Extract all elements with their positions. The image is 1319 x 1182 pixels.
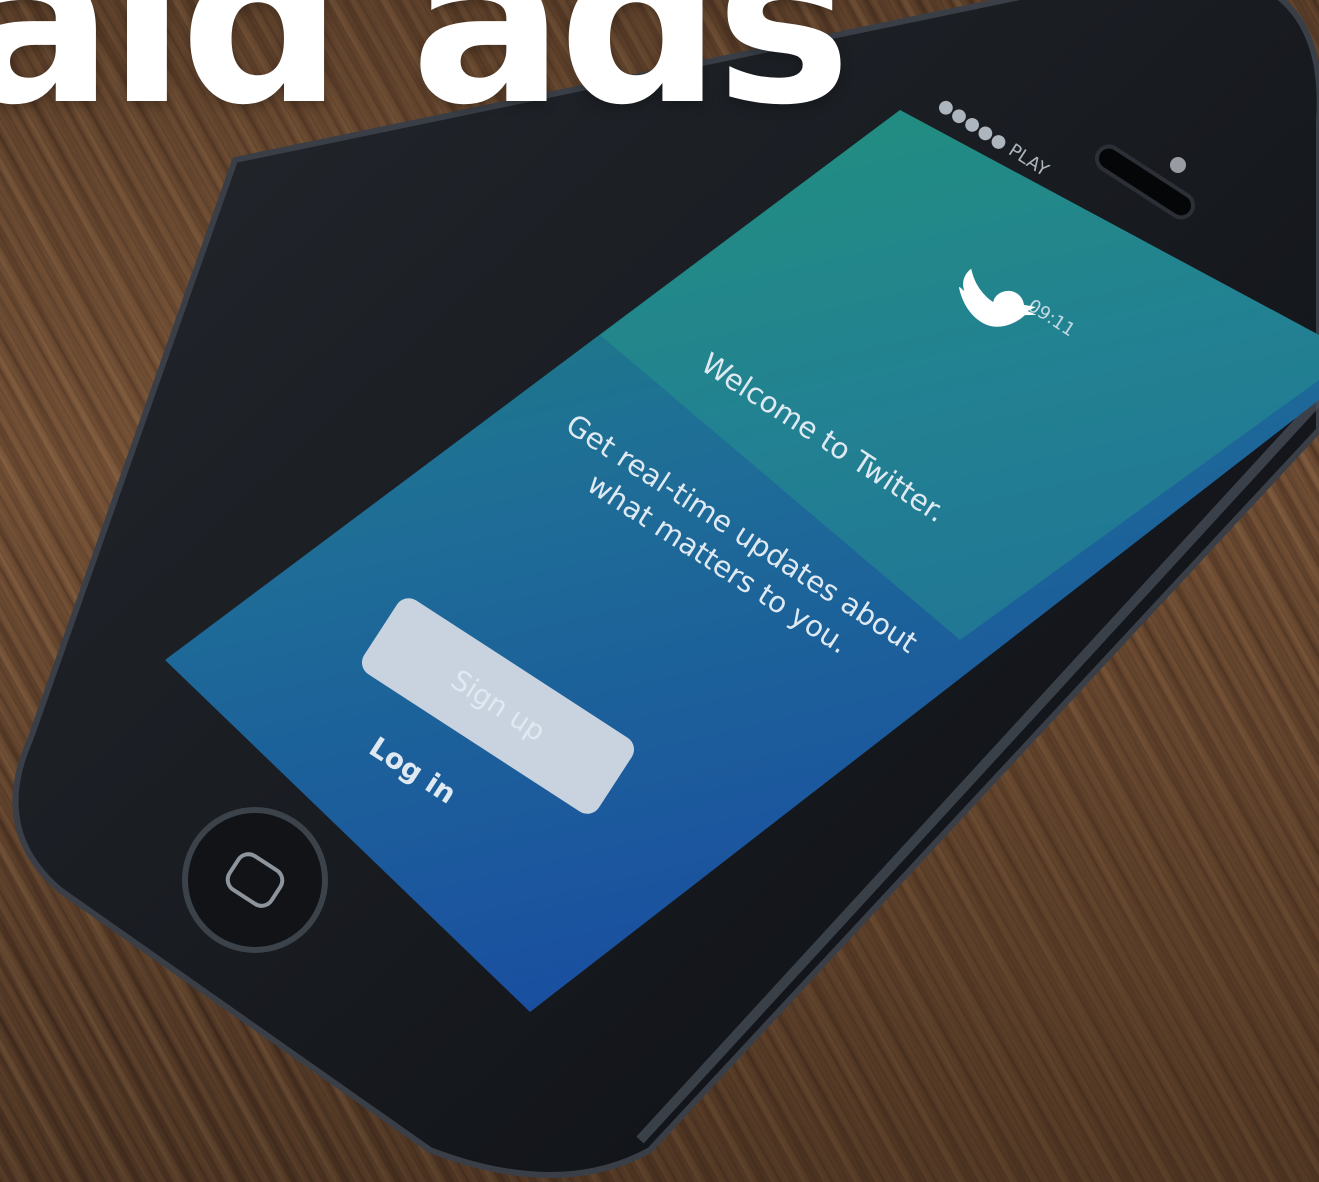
headline-overlay-text: aid ads: [0, 0, 851, 155]
phone-illustration: ●●●●● PLAY 09:11 Welcome to Twitter. Get…: [12, 0, 1319, 1178]
front-camera: [1170, 157, 1186, 173]
home-button[interactable]: [182, 807, 328, 953]
